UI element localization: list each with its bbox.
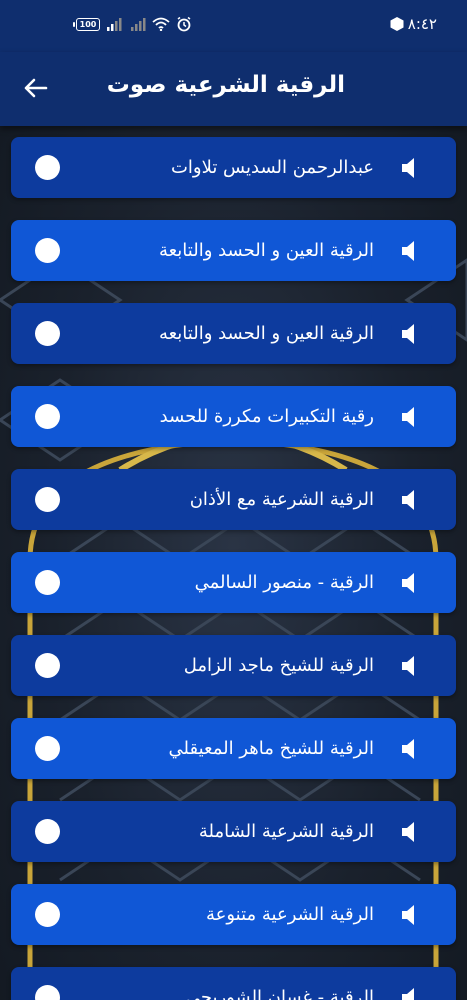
- radio-button[interactable]: [35, 487, 60, 512]
- list-item-4[interactable]: رقية التكبيرات مكررة للحسد: [11, 386, 456, 447]
- radio-button[interactable]: [35, 736, 60, 761]
- audio-list: عبدالرحمن السديس تلاوات الرقية العين و ا…: [0, 126, 467, 1000]
- signal-2-icon: [131, 18, 146, 31]
- radio-button[interactable]: [35, 155, 60, 180]
- battery-icon: 100: [73, 17, 100, 31]
- radio-button[interactable]: [35, 238, 60, 263]
- list-item-label: الرقية للشيخ ماجد الزامل: [183, 655, 374, 676]
- speaker-icon: [402, 822, 414, 842]
- status-icons: 100: [73, 14, 192, 34]
- speaker-icon: [402, 988, 414, 1000]
- speaker-icon: [402, 158, 414, 178]
- list-item-11[interactable]: الرقية - غسان الشوربجي: [11, 967, 456, 1000]
- radio-button[interactable]: [35, 570, 60, 595]
- list-item-label: الرقية - منصور السالمي: [194, 572, 374, 593]
- list-item-2[interactable]: الرقية العين و الحسد والتابعة: [11, 220, 456, 281]
- list-item-1[interactable]: عبدالرحمن السديس تلاوات: [11, 137, 456, 198]
- radio-button[interactable]: [35, 404, 60, 429]
- list-item-label: الرقية العين و الحسد والتابعة: [158, 240, 374, 261]
- radio-button[interactable]: [35, 902, 60, 927]
- list-item-10[interactable]: الرقية الشرعية متنوعة: [11, 884, 456, 945]
- alarm-icon: [177, 16, 191, 32]
- list-item-label: الرقية العين و الحسد والتابعه: [158, 323, 374, 344]
- arrow-left-icon[interactable]: [22, 74, 50, 102]
- app-bar: الرقية الشرعية صوت: [0, 52, 467, 126]
- list-item-label: الرقية الشرعية متنوعة: [205, 904, 374, 925]
- list-item-label: عبدالرحمن السديس تلاوات: [170, 157, 374, 178]
- speaker-icon: [402, 656, 414, 676]
- page-title: الرقية الشرعية صوت: [106, 72, 345, 98]
- list-item-3[interactable]: الرقية العين و الحسد والتابعه: [11, 303, 456, 364]
- list-item-8[interactable]: الرقية للشيخ ماهر المعيقلي: [11, 718, 456, 779]
- signal-icon: [107, 18, 122, 31]
- list-item-5[interactable]: الرقية الشرعية مع الأذان: [11, 469, 456, 530]
- speaker-icon: [402, 905, 414, 925]
- list-item-label: الرقية الشرعية مع الأذان: [189, 489, 374, 510]
- list-item-label: الرقية للشيخ ماهر المعيقلي: [168, 738, 374, 759]
- list-item-6[interactable]: الرقية - منصور السالمي: [11, 552, 456, 613]
- speaker-icon: [402, 490, 414, 510]
- list-item-label: الرقية - غسان الشوربجي: [185, 987, 374, 1000]
- app-notification-icon: [390, 17, 404, 31]
- list-item-label: الرقية الشرعية الشاملة: [198, 821, 374, 842]
- radio-button[interactable]: [35, 321, 60, 346]
- list-item-7[interactable]: الرقية للشيخ ماجد الزامل: [11, 635, 456, 696]
- list-item-label: رقية التكبيرات مكررة للحسد: [159, 406, 374, 427]
- speaker-icon: [402, 739, 414, 759]
- status-bar: ٨:٤٢ 100: [0, 0, 467, 52]
- speaker-icon: [402, 407, 414, 427]
- radio-button[interactable]: [35, 819, 60, 844]
- radio-button[interactable]: [35, 985, 60, 1000]
- status-time: ٨:٤٢: [407, 15, 437, 33]
- battery-level: 100: [79, 19, 97, 29]
- speaker-icon: [402, 324, 414, 344]
- wifi-icon: [152, 17, 170, 31]
- speaker-icon: [402, 241, 414, 261]
- radio-button[interactable]: [35, 653, 60, 678]
- list-item-9[interactable]: الرقية الشرعية الشاملة: [11, 801, 456, 862]
- speaker-icon: [402, 573, 414, 593]
